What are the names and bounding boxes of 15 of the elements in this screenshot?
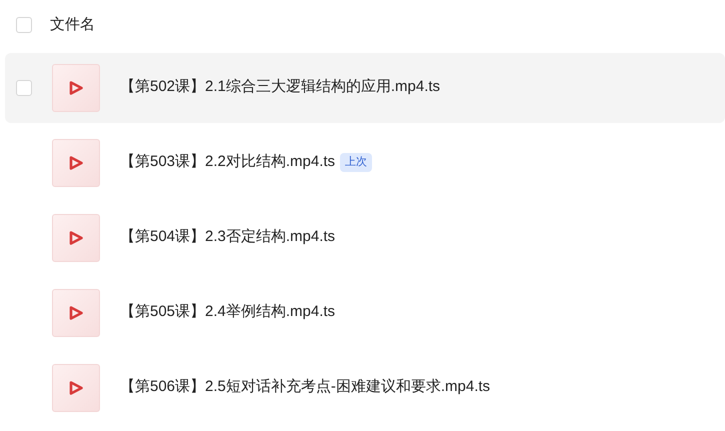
checkbox[interactable] <box>16 80 32 96</box>
video-file-icon <box>52 138 100 186</box>
video-file-icon <box>52 364 100 412</box>
last-viewed-badge: 上次 <box>340 153 372 172</box>
video-file-icon <box>52 214 100 262</box>
file-row[interactable]: 【第502课】2.1综合三大逻辑结构的应用.mp4.ts <box>5 52 725 122</box>
file-name[interactable]: 【第506课】2.5短对话补充考点-困难建议和要求.mp4.ts <box>120 376 490 399</box>
video-file-icon <box>52 288 100 336</box>
column-header: 文件名 <box>50 14 95 35</box>
video-file-icon <box>52 64 100 112</box>
checkbox[interactable] <box>16 17 32 33</box>
file-name[interactable]: 【第502课】2.1综合三大逻辑结构的应用.mp4.ts <box>120 76 440 99</box>
file-name[interactable]: 【第504课】2.3否定结构.mp4.ts <box>120 226 336 249</box>
file-name[interactable]: 【第505课】2.4举例结构.mp4.ts <box>120 301 336 324</box>
file-name[interactable]: 【第503课】2.2对比结构.mp4.ts <box>120 151 336 174</box>
